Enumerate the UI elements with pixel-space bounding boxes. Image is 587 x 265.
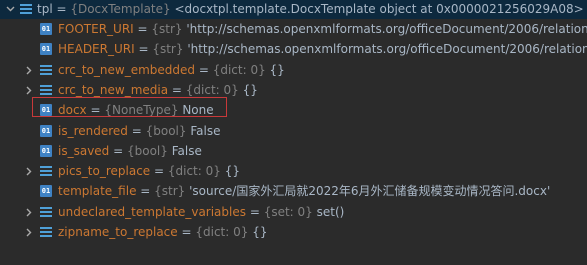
equals-sign: =	[246, 205, 264, 219]
equals-sign: =	[136, 184, 155, 198]
tree-root-row-tpl[interactable]: tpl = {DocxTemplate} <docxtpl.template.D…	[0, 0, 587, 19]
variable-type: {DocxTemplate}	[70, 2, 171, 16]
equals-sign: =	[134, 42, 153, 56]
variable-type: {dict: 0}	[167, 164, 221, 178]
variable-type: {str}	[151, 22, 183, 36]
field-01-icon: 01	[40, 145, 52, 157]
equals-sign: =	[168, 83, 186, 97]
tree-row-text: crc_to_new_embedded = {dict: 0} {}	[58, 60, 285, 80]
equals-sign: =	[133, 22, 152, 36]
variable-value: {}	[238, 83, 258, 97]
tree-row-crc-to-new-embedded[interactable]: crc_to_new_embedded = {dict: 0} {}	[0, 60, 587, 80]
variable-name: tpl	[37, 2, 53, 16]
variable-value: <docxtpl.template.DocxTemplate object at…	[170, 2, 584, 16]
variable-type: {dict: 0}	[185, 83, 239, 97]
tree-row-is-rendered[interactable]: 01 is_rendered = {bool} False	[0, 121, 587, 141]
tree-row-text: FOOTER_URI = {str} 'http://schemas.openx…	[58, 19, 587, 39]
list-lines-icon	[40, 206, 52, 218]
equals-sign: =	[109, 144, 127, 158]
variable-name: FOOTER_URI	[58, 22, 134, 36]
variable-type: {bool}	[145, 124, 187, 138]
variable-type: {bool}	[126, 144, 168, 158]
variable-value: 'source/国家外汇局就2022年6月外汇储备规模变动情况答问.docx'	[185, 184, 551, 198]
variable-value: {}	[220, 164, 240, 178]
variable-name: undeclared_template_variables	[58, 205, 246, 219]
tree-row-is-saved[interactable]: 01 is_saved = {bool} False	[0, 141, 587, 161]
chevron-right-icon[interactable]	[22, 222, 36, 242]
variable-name: zipname_to_replace	[58, 225, 178, 239]
equals-sign: =	[177, 225, 196, 239]
variable-name: is_saved	[58, 144, 110, 158]
tree-row-text: tpl = {DocxTemplate} <docxtpl.template.D…	[37, 0, 584, 19]
variable-name: template_file	[58, 184, 137, 198]
chevron-right-icon[interactable]	[22, 60, 36, 80]
tree-row-text: template_file = {str} 'source/国家外汇局就2022…	[58, 181, 550, 201]
variable-type: {dict: 0}	[212, 63, 266, 77]
variable-value: 'http://schemas.openxmlformats.org/offic…	[183, 42, 587, 56]
tree-row-header-uri[interactable]: 01 HEADER_URI = {str} 'http://schemas.ope…	[0, 39, 587, 59]
variable-type: {dict: 0}	[195, 225, 249, 239]
chevron-down-icon[interactable]	[3, 0, 17, 19]
variable-name: crc_to_new_embedded	[58, 63, 196, 77]
variable-name: crc_to_new_media	[58, 83, 169, 97]
variable-type: {set: 0}	[263, 205, 313, 219]
chevron-right-icon[interactable]	[22, 202, 36, 222]
tree-row-text: HEADER_URI = {str} 'http://schemas.openx…	[58, 39, 587, 59]
variable-name: pics_to_replace	[58, 164, 151, 178]
tree-row-text: is_saved = {bool} False	[58, 141, 202, 161]
equals-sign: =	[150, 164, 168, 178]
variable-value: {}	[265, 63, 285, 77]
equals-sign: =	[127, 124, 146, 138]
chevron-right-icon[interactable]	[22, 161, 36, 181]
list-lines-icon	[40, 165, 52, 177]
variable-value: set()	[312, 205, 345, 219]
tree-row-zipname-to-replace[interactable]: zipname_to_replace = {dict: 0} {}	[0, 222, 587, 242]
variable-value: False	[186, 124, 221, 138]
variable-value: False	[167, 144, 202, 158]
variable-name: HEADER_URI	[58, 42, 135, 56]
list-lines-icon	[40, 64, 52, 76]
field-01-icon: 01	[40, 43, 52, 55]
list-lines-icon	[40, 226, 52, 238]
tree-row-template-file[interactable]: 01 template_file = {str} 'source/国家外汇局就20…	[0, 181, 587, 201]
field-01-icon: 01	[40, 23, 52, 35]
tree-row-footer-uri[interactable]: 01 FOOTER_URI = {str} 'http://schemas.ope…	[0, 19, 587, 39]
list-lines-icon	[40, 84, 52, 96]
variable-type: {str}	[154, 184, 186, 198]
tree-row-text: zipname_to_replace = {dict: 0} {}	[58, 222, 267, 242]
variable-type: {str}	[152, 42, 184, 56]
tree-row-text: is_rendered = {bool} False	[58, 121, 220, 141]
tree-row-text: pics_to_replace = {dict: 0} {}	[58, 161, 240, 181]
highlight-box	[32, 97, 227, 117]
tree-row-undeclared-template-variables[interactable]: undeclared_template_variables = {set: 0}…	[0, 202, 587, 222]
equals-sign: =	[195, 63, 213, 77]
variables-tree: tpl = {DocxTemplate} <docxtpl.template.D…	[0, 0, 587, 265]
variable-value: {}	[248, 225, 268, 239]
field-01-icon: 01	[40, 125, 52, 137]
tree-row-text: undeclared_template_variables = {set: 0}…	[58, 202, 344, 222]
tree-row-pics-to-replace[interactable]: pics_to_replace = {dict: 0} {}	[0, 161, 587, 181]
variable-value: 'http://schemas.openxmlformats.org/offic…	[182, 22, 587, 36]
variable-name: is_rendered	[58, 124, 128, 138]
list-lines-icon	[20, 3, 32, 15]
equals-sign: =	[52, 2, 71, 16]
field-01-icon: 01	[40, 185, 52, 197]
